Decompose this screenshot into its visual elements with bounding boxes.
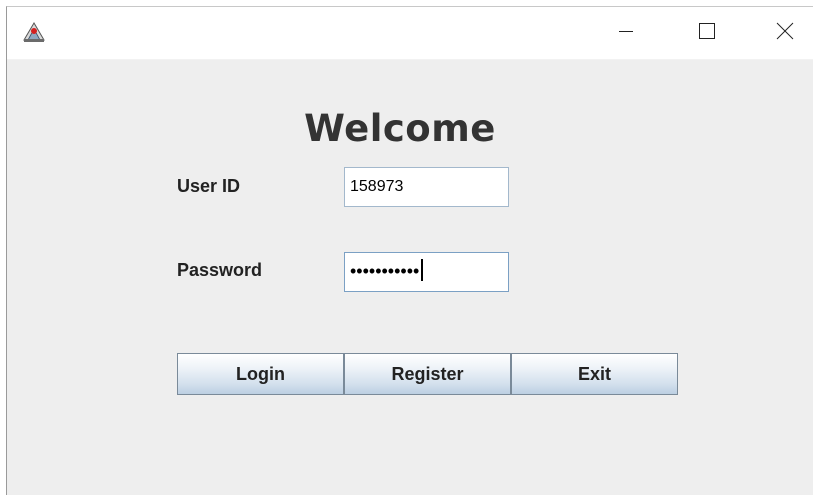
user-id-value: 158973: [350, 178, 404, 195]
user-id-label: User ID: [177, 176, 241, 196]
close-icon: [776, 22, 794, 40]
java-app-icon[interactable]: [22, 20, 46, 44]
welcome-heading: Welcome: [7, 107, 813, 150]
exit-button[interactable]: Exit: [511, 353, 678, 395]
login-button[interactable]: Login: [177, 353, 344, 395]
close-button[interactable]: [762, 7, 808, 55]
register-button[interactable]: Register: [344, 353, 511, 395]
maximize-icon: [699, 23, 715, 39]
minimize-icon: [619, 31, 633, 32]
maximize-button[interactable]: [684, 7, 730, 55]
user-id-field[interactable]: 158973: [344, 167, 509, 207]
password-field[interactable]: •••••••••••: [344, 252, 509, 292]
password-masked-value: •••••••••••: [350, 261, 420, 281]
text-caret: [421, 259, 424, 282]
minimize-button[interactable]: [603, 7, 649, 55]
password-label: Password: [177, 260, 263, 280]
title-bar[interactable]: [7, 7, 813, 60]
app-window: Welcome User ID 158973 Password ••••••••…: [6, 6, 813, 495]
welcome-text: Welcome: [304, 107, 496, 150]
